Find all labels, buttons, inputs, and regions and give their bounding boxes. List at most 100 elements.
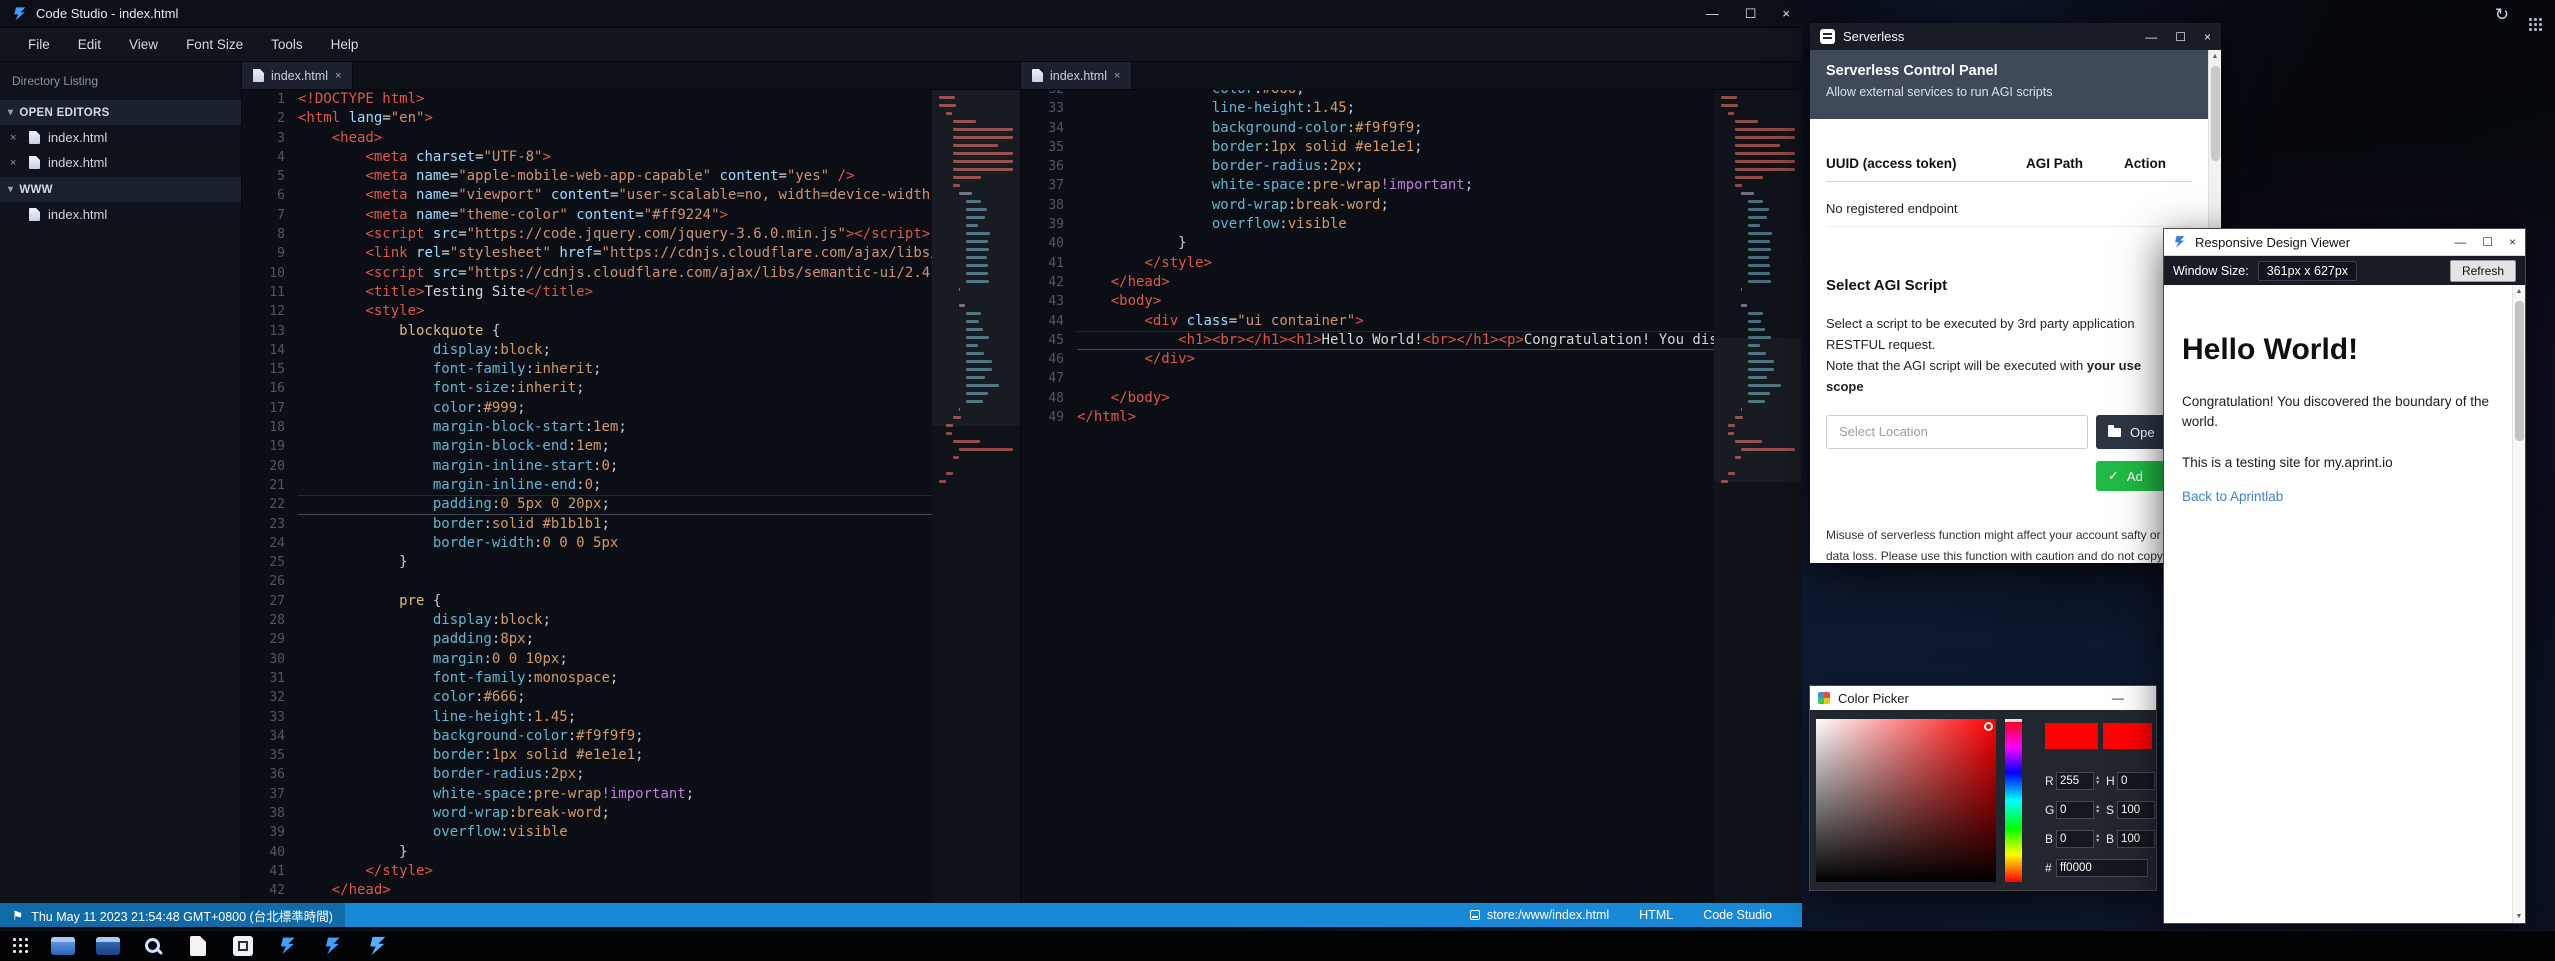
taskbar-window-icon[interactable]	[95, 934, 121, 958]
code-line-15[interactable]: font-family:inherit;	[298, 360, 932, 379]
menu-file[interactable]: File	[14, 28, 64, 62]
section-www[interactable]: ▾ WWW	[0, 177, 241, 202]
taskbar-code-studio-icon[interactable]	[275, 934, 301, 958]
close-editor-icon[interactable]: ×	[10, 132, 21, 144]
code-line-10[interactable]: <script src="https://cdnjs.cloudflare.co…	[298, 264, 932, 283]
menu-font-size[interactable]: Font Size	[172, 28, 257, 62]
code-line-35[interactable]: border:1px solid #e1e1e1;	[298, 746, 932, 765]
code-line-28[interactable]: display:block;	[298, 611, 932, 630]
channel-value-H[interactable]: 0	[2117, 772, 2155, 790]
tab-index-html[interactable]: index.html ×	[1021, 62, 1132, 89]
refresh-icon[interactable]: ↻	[2495, 6, 2509, 23]
stepper-icon[interactable]: ▲▼	[2095, 834, 2104, 844]
code-line-30[interactable]: margin:0 0 10px;	[298, 650, 932, 669]
code-line-42[interactable]: </head>	[298, 881, 932, 900]
hue-slider[interactable]	[2005, 719, 2022, 882]
refresh-button[interactable]: Refresh	[2450, 260, 2516, 282]
minimap[interactable]	[1714, 90, 1802, 903]
code-line-39[interactable]: overflow:visible	[298, 823, 932, 842]
code-line-36[interactable]: border-radius:2px;	[298, 765, 932, 784]
code-line-34[interactable]: background-color:#f9f9f9;	[1077, 119, 1714, 138]
code-line-43[interactable]: <body>	[1077, 292, 1714, 311]
code-line-26[interactable]	[298, 572, 932, 591]
code-line-3[interactable]: <head>	[298, 129, 932, 148]
menu-tools[interactable]: Tools	[257, 28, 317, 62]
code-line-41[interactable]: </style>	[298, 862, 932, 881]
code-line-5[interactable]: <meta name="apple-mobile-web-app-capable…	[298, 167, 932, 186]
back-to-aprintlab-link[interactable]: Back to Aprintlab	[2182, 489, 2283, 504]
code-line-45[interactable]: <h1><br></h1><h1>Hello World!<br></h1><p…	[1077, 331, 1714, 350]
code-line-1[interactable]: <!DOCTYPE html>	[298, 90, 932, 109]
code-line-48[interactable]: </body>	[1077, 389, 1714, 408]
close-tab-icon[interactable]: ×	[335, 70, 341, 82]
code-editor[interactable]: color:#666; line-height:1.45; background…	[1077, 90, 1714, 903]
close-icon[interactable]: ×	[2509, 236, 2516, 248]
code-line-22[interactable]: padding:0 5px 0 20px;	[298, 495, 932, 514]
code-line-37[interactable]: white-space:pre-wrap!important;	[1077, 176, 1714, 195]
taskbar-file-manager-icon[interactable]	[50, 934, 76, 958]
taskbar-document-icon[interactable]	[185, 934, 211, 958]
close-icon[interactable]: ×	[1782, 7, 1790, 20]
taskbar-code-studio-icon[interactable]	[365, 934, 391, 958]
close-icon[interactable]: ×	[2204, 31, 2211, 43]
code-line-41[interactable]: </style>	[1077, 254, 1714, 273]
code-line-31[interactable]: font-family:monospace;	[298, 669, 932, 688]
scrollbar[interactable]: ▲ ▼	[2512, 285, 2525, 923]
menu-edit[interactable]: Edit	[64, 28, 115, 62]
code-line-23[interactable]: border:solid #b1b1b1;	[298, 515, 932, 534]
code-line-40[interactable]: }	[1077, 234, 1714, 253]
code-line-36[interactable]: border-radius:2px;	[1077, 157, 1714, 176]
channel-value-G[interactable]: 0	[2056, 801, 2094, 819]
app-grid-icon[interactable]	[2529, 8, 2543, 22]
file-path-status[interactable]: store:/www/index.html	[1470, 908, 1609, 922]
sidebar-file-index.html[interactable]: index.html	[0, 202, 241, 227]
code-line-24[interactable]: border-width:0 0 0 5px	[298, 534, 932, 553]
minimize-icon[interactable]: —	[2112, 692, 2124, 704]
minimize-icon[interactable]: —	[1706, 7, 1719, 20]
channel-value-B[interactable]: 0	[2056, 830, 2094, 848]
tab-index-html[interactable]: index.html ×	[242, 62, 353, 89]
code-line-16[interactable]: font-size:inherit;	[298, 379, 932, 398]
channel-value-S[interactable]: 100	[2117, 801, 2155, 819]
code-line-32[interactable]: color:#666;	[298, 688, 932, 707]
scroll-up-icon[interactable]: ▲	[2513, 288, 2525, 295]
code-line-40[interactable]: }	[298, 843, 932, 862]
channel-value-B[interactable]: 100	[2117, 830, 2155, 848]
code-line-38[interactable]: word-wrap:break-word;	[1077, 196, 1714, 215]
code-line-2[interactable]: <html lang="en">	[298, 109, 932, 128]
code-line-35[interactable]: border:1px solid #e1e1e1;	[1077, 138, 1714, 157]
menu-view[interactable]: View	[115, 28, 172, 62]
code-line-47[interactable]	[1077, 369, 1714, 388]
code-line-34[interactable]: background-color:#f9f9f9;	[298, 727, 932, 746]
minimize-icon[interactable]: —	[2454, 236, 2466, 248]
hex-value-input[interactable]: ff0000	[2056, 859, 2148, 877]
code-line-7[interactable]: <meta name="theme-color" content="#ff922…	[298, 206, 932, 225]
taskbar-code-studio-icon[interactable]	[320, 934, 346, 958]
code-line-49[interactable]: </html>	[1077, 408, 1714, 427]
code-line-17[interactable]: color:#999;	[298, 399, 932, 418]
code-line-6[interactable]: <meta name="viewport" content="user-scal…	[298, 186, 932, 205]
code-line-37[interactable]: white-space:pre-wrap!important;	[298, 785, 932, 804]
minimize-icon[interactable]: —	[2145, 31, 2157, 43]
code-line-44[interactable]: <div class="ui container">	[1077, 312, 1714, 331]
code-line-19[interactable]: margin-block-end:1em;	[298, 437, 932, 456]
section-open-editors[interactable]: ▾ OPEN EDITORS	[0, 100, 241, 125]
window-size-value[interactable]: 361px x 627px	[2258, 261, 2357, 281]
scroll-thumb[interactable]	[2515, 301, 2524, 441]
code-line-42[interactable]: </head>	[1077, 273, 1714, 292]
code-line-9[interactable]: <link rel="stylesheet" href="https://cdn…	[298, 244, 932, 263]
language-status[interactable]: HTML	[1639, 908, 1673, 922]
maximize-icon[interactable]: ☐	[2175, 31, 2186, 43]
app-name-status[interactable]: Code Studio	[1703, 908, 1772, 922]
taskbar-serverless-icon[interactable]	[230, 934, 256, 958]
code-line-29[interactable]: padding:8px;	[298, 630, 932, 649]
code-line-18[interactable]: margin-block-start:1em;	[298, 418, 932, 437]
code-line-39[interactable]: overflow:visible	[1077, 215, 1714, 234]
code-line-11[interactable]: <title>Testing Site</title>	[298, 283, 932, 302]
datetime-status[interactable]: ⚑ Thu May 11 2023 21:54:48 GMT+0800 (台北標…	[0, 903, 345, 927]
restore-icon[interactable]: ☐	[1745, 7, 1757, 20]
color-cursor[interactable]	[1984, 722, 1993, 731]
code-line-14[interactable]: display:block;	[298, 341, 932, 360]
code-editor[interactable]: <!DOCTYPE html><html lang="en"> <head> <…	[298, 90, 932, 903]
sidebar-file-index.html[interactable]: ×index.html	[0, 125, 241, 150]
